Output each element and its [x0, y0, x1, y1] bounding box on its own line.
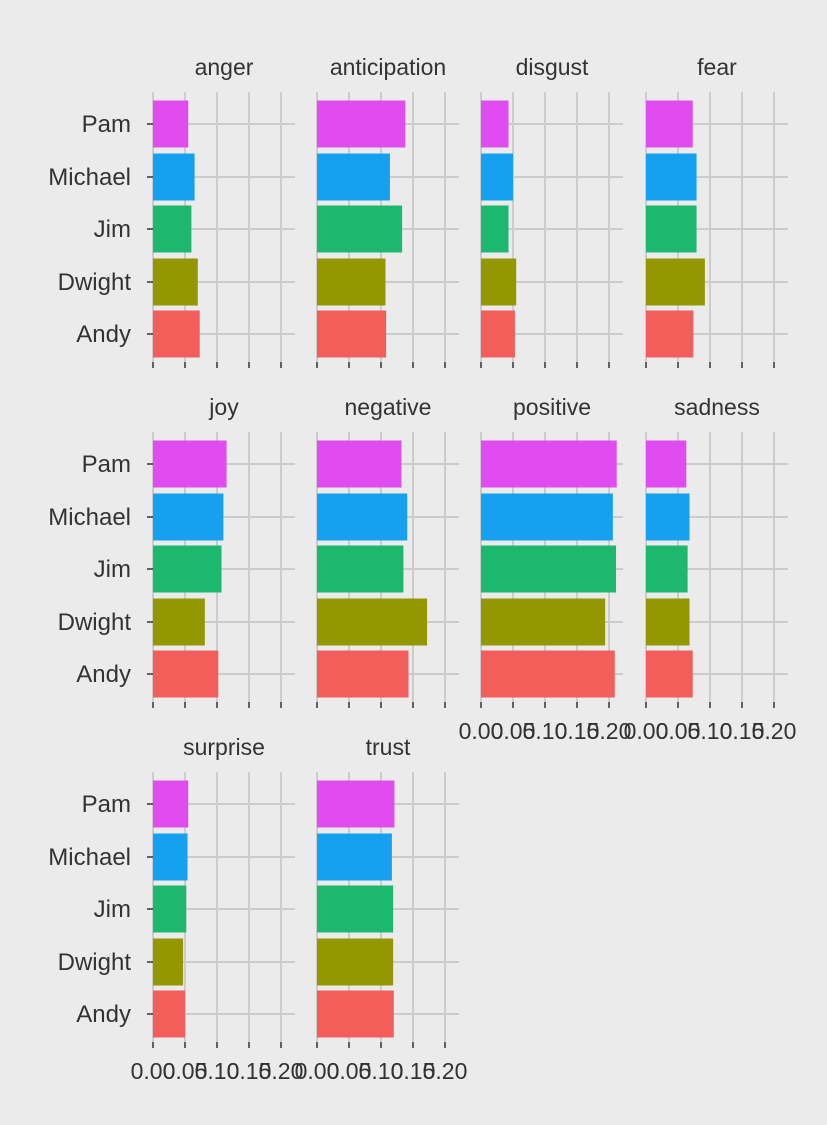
bar-anticipation-andy: [317, 310, 387, 358]
bar-anger-andy: [153, 310, 200, 358]
y-tick-label: Jim: [94, 556, 131, 583]
x-tick-label: 0.20: [752, 718, 797, 744]
bar-positive-dwight: [481, 598, 606, 646]
y-tick-label: Jim: [94, 216, 131, 243]
y-tick-label: Pam: [82, 111, 131, 138]
bar-positive-jim: [481, 545, 617, 593]
bar-anticipation-dwight: [317, 258, 386, 306]
facet-panel-trust: trust0.000.050.100.150.20: [295, 734, 468, 1084]
faceted-bar-chart: anger Pam Michael Jim Dwight Andy anticipation…: [48, 54, 797, 1084]
facet-title: positive: [513, 394, 591, 420]
y-tick-label: Dwight: [58, 609, 132, 636]
facet-title: fear: [697, 54, 737, 80]
facet-panel-anticipation: anticipation: [316, 54, 459, 368]
bar-joy-michael: [153, 493, 224, 541]
bar-negative-andy: [317, 650, 409, 698]
bar-sadness-jim: [646, 545, 688, 593]
y-tick-label: Michael: [48, 164, 131, 191]
facet-title: disgust: [516, 54, 589, 80]
bar-positive-pam: [481, 440, 617, 488]
facet-title: sadness: [674, 394, 760, 420]
bar-negative-michael: [317, 493, 408, 541]
bar-trust-pam: [317, 780, 395, 828]
bar-joy-dwight: [153, 598, 205, 646]
bar-positive-andy: [481, 650, 615, 698]
bar-anger-jim: [153, 205, 192, 253]
facet-title: joy: [208, 394, 239, 420]
facet-panel-surprise: surprisePamMichaelJimDwightAndy0.000.050…: [48, 734, 303, 1084]
bar-surprise-michael: [153, 833, 188, 881]
facet-panel-fear: fear: [645, 54, 788, 368]
bar-anger-michael: [153, 153, 195, 201]
bar-fear-andy: [646, 310, 694, 358]
bar-trust-jim: [317, 885, 394, 933]
facet-panel-disgust: disgust: [480, 54, 623, 368]
facet-panel-anger: anger Pam Michael Jim Dwight Andy: [48, 54, 295, 368]
bar-anticipation-michael: [317, 153, 390, 201]
bar-anger-dwight: [153, 258, 198, 306]
bar-anticipation-jim: [317, 205, 403, 253]
bar-sadness-pam: [646, 440, 687, 488]
y-tick-label: Pam: [82, 451, 131, 478]
bar-negative-jim: [317, 545, 404, 593]
bar-disgust-jim: [481, 205, 509, 253]
bar-surprise-dwight: [153, 938, 184, 986]
bar-anticipation-pam: [317, 100, 406, 148]
bar-surprise-jim: [153, 885, 187, 933]
bar-surprise-pam: [153, 780, 189, 828]
bar-trust-michael: [317, 833, 392, 881]
bar-anger-pam: [153, 100, 189, 148]
bar-disgust-pam: [481, 100, 509, 148]
y-tick-label: Dwight: [58, 269, 132, 296]
y-tick-label: Andy: [76, 321, 131, 348]
bar-fear-michael: [646, 153, 697, 201]
facet-title: anticipation: [330, 54, 446, 80]
bar-fear-dwight: [646, 258, 705, 306]
bar-disgust-dwight: [481, 258, 517, 306]
facet-panel-joy: joy Pam Michael Jim Dwight Andy: [48, 394, 295, 708]
bar-trust-dwight: [317, 938, 394, 986]
y-tick-label: Michael: [48, 504, 131, 531]
facet-panel-negative: negative: [316, 394, 459, 708]
y-tick-label: Pam: [82, 791, 131, 818]
bar-fear-pam: [646, 100, 693, 148]
bar-surprise-andy: [153, 990, 185, 1038]
bar-joy-andy: [153, 650, 219, 698]
bar-negative-pam: [317, 440, 402, 488]
bar-fear-jim: [646, 205, 697, 253]
facet-title: anger: [195, 54, 254, 80]
bar-sadness-andy: [646, 650, 693, 698]
bar-negative-dwight: [317, 598, 428, 646]
y-tick-label: Andy: [76, 661, 131, 688]
facet-panel-sadness: sadness0.000.050.100.150.20: [624, 394, 797, 744]
y-tick-label: Jim: [94, 896, 131, 923]
y-tick-label: Dwight: [58, 949, 132, 976]
facet-title: surprise: [183, 734, 265, 760]
y-tick-label: Michael: [48, 844, 131, 871]
bar-positive-michael: [481, 493, 613, 541]
bar-joy-jim: [153, 545, 222, 593]
bar-trust-andy: [317, 990, 394, 1038]
bar-disgust-michael: [481, 153, 513, 201]
bar-sadness-michael: [646, 493, 690, 541]
bar-joy-pam: [153, 440, 227, 488]
bar-sadness-dwight: [646, 598, 690, 646]
bar-disgust-andy: [481, 310, 515, 358]
facet-title: trust: [366, 734, 411, 760]
x-tick-label: 0.20: [423, 1058, 468, 1084]
y-tick-label: Andy: [76, 1001, 131, 1028]
facet-title: negative: [345, 394, 432, 420]
facet-panel-positive: positive0.000.050.100.150.20: [459, 394, 632, 744]
